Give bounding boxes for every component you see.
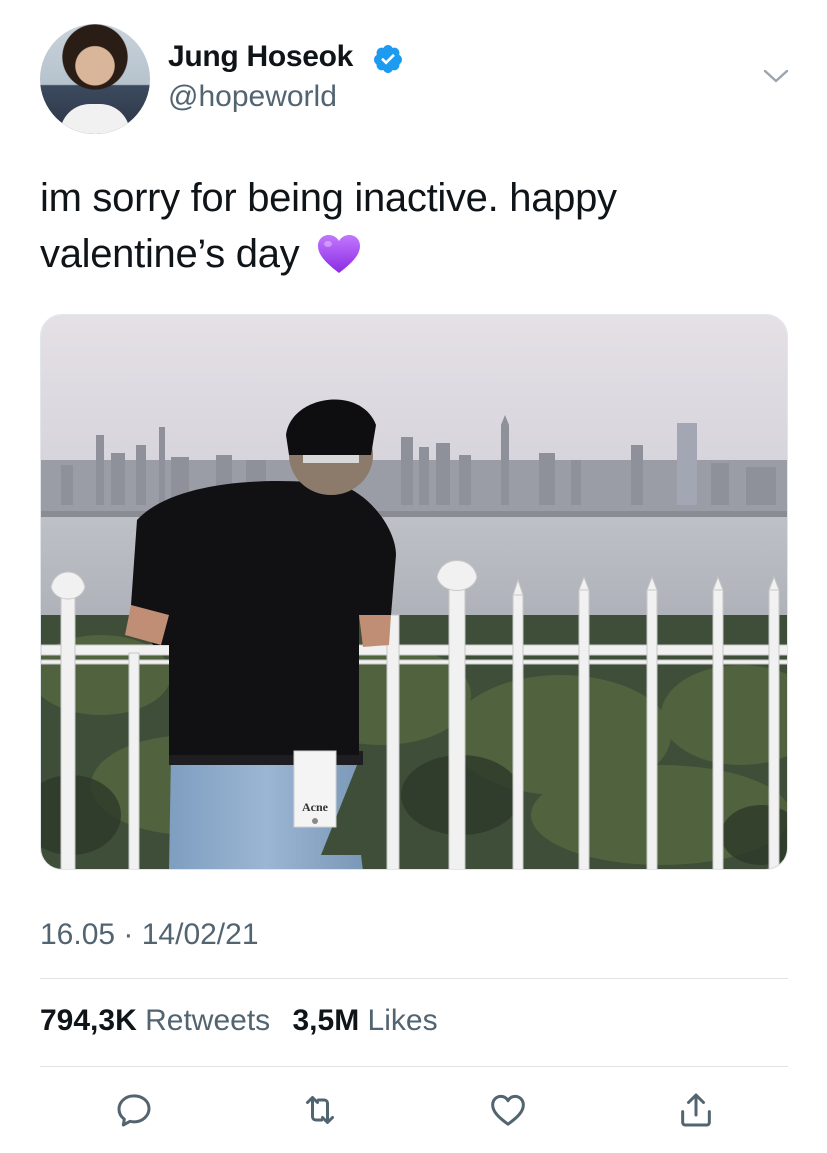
share-icon[interactable] — [676, 1090, 716, 1130]
likes-count[interactable]: 3,5M — [293, 1004, 360, 1037]
purple-heart-icon — [318, 235, 361, 273]
reply-icon[interactable] — [114, 1090, 154, 1130]
verified-badge-icon — [373, 45, 402, 73]
chevron-down-icon[interactable] — [762, 66, 790, 86]
photo-scene: Acne — [41, 315, 787, 869]
handle[interactable]: @hopeworld — [168, 80, 337, 114]
tweet-text: im sorry for being inactive. happy valen… — [40, 170, 780, 282]
retweets-count[interactable]: 794,3K — [40, 1004, 137, 1037]
display-name[interactable]: Jung Hoseok — [168, 40, 353, 74]
tweet-detail: Jung Hoseok @hopeworld im sorry for bein… — [0, 0, 827, 1153]
timestamp[interactable]: 16.05 · 14/02/21 — [40, 918, 259, 952]
acne-logo-text: Acne — [302, 800, 329, 814]
likes-label[interactable]: Likes — [368, 1004, 438, 1037]
divider — [40, 1066, 788, 1067]
avatar-shirt — [60, 104, 130, 134]
avatar[interactable] — [40, 24, 150, 134]
tweet-stats: 794,3K Retweets 3,5M Likes — [40, 1004, 438, 1038]
retweets-label[interactable]: Retweets — [145, 1004, 270, 1037]
retweet-icon[interactable] — [300, 1090, 340, 1130]
divider — [40, 978, 788, 979]
tweet-photo[interactable]: Acne — [40, 314, 788, 870]
like-icon[interactable] — [488, 1090, 528, 1130]
